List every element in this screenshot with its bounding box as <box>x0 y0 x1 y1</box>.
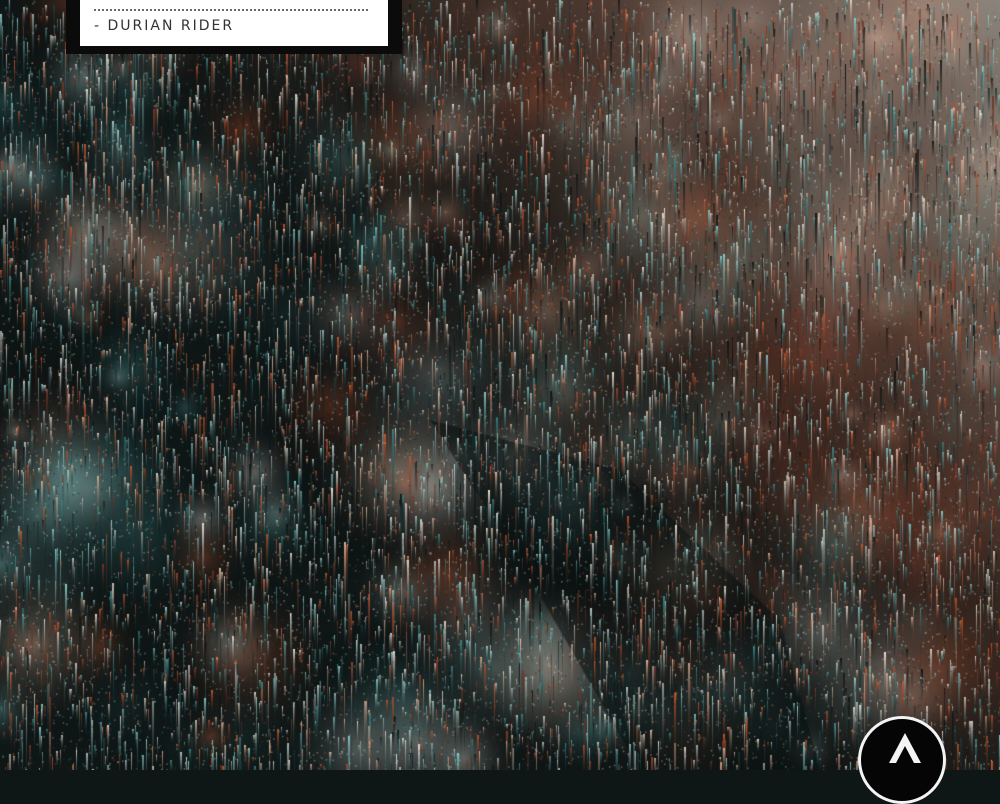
glitch-artwork-background <box>0 0 1000 770</box>
quote-card-inner: - DURIAN RIDER <box>80 0 388 46</box>
quote-card: - DURIAN RIDER <box>66 0 402 54</box>
quote-divider <box>94 9 368 11</box>
peak-logo-icon <box>858 716 946 804</box>
quote-author: - DURIAN RIDER <box>94 18 235 34</box>
